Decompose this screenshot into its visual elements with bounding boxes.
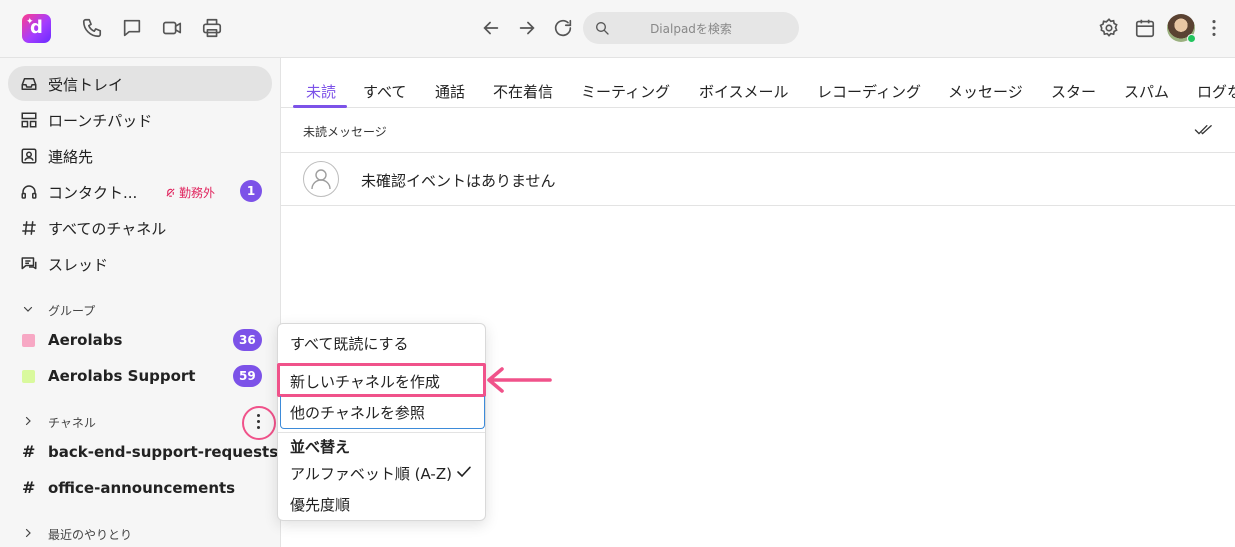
channel-item-office-announcements[interactable]: # office-announcements: [8, 472, 272, 504]
empty-state-text: 未確認イベントはありません: [361, 172, 556, 190]
channels-header: チャネル: [48, 416, 96, 430]
sidebar-item-inbox[interactable]: 受信トレイ: [8, 66, 272, 101]
user-placeholder-icon: [303, 161, 339, 197]
hash-icon: #: [22, 478, 36, 497]
tab-spam[interactable]: スパム: [1124, 81, 1169, 102]
forward-arrow-icon[interactable]: [516, 17, 538, 39]
menu-divider: [278, 432, 485, 433]
more-vertical-icon: [257, 414, 261, 432]
tab-unread[interactable]: 未読: [306, 81, 336, 102]
annotation-arrow-icon: [484, 366, 552, 394]
unread-badge: 36: [233, 329, 262, 351]
phone-icon[interactable]: [81, 17, 103, 39]
sidebar-item-contacts[interactable]: 連絡先: [8, 138, 272, 173]
menu-item-sort-alphabetical[interactable]: アルファベット順 (A-Z): [290, 463, 452, 484]
tab-logs[interactable]: ログな: [1197, 81, 1235, 102]
groups-header: グループ: [48, 304, 96, 318]
contacts-icon: [20, 147, 38, 165]
tab-recordings[interactable]: レコーディング: [817, 81, 921, 102]
printer-icon[interactable]: [201, 17, 223, 39]
gear-icon[interactable]: [1098, 17, 1120, 39]
search-input[interactable]: Dialpadを検索: [583, 12, 799, 44]
tab-meetings[interactable]: ミーティング: [581, 81, 670, 102]
sidebar-item-label: 受信トレイ: [48, 76, 124, 94]
channel-item-back-end-support-requests[interactable]: # back-end-support-requests: [8, 436, 278, 468]
off-duty-label: 勤務外: [179, 186, 216, 200]
sidebar-item-contact-center[interactable]: コンタクト... 勤務外 1: [8, 174, 272, 209]
chevron-right-icon: [22, 527, 34, 539]
sidebar-item-launchpad[interactable]: ローンチパッド: [8, 102, 272, 137]
channel-context-menu: すべて既読にする 新しいチャネルを作成 他のチャネルを参照 並べ替え アルファベ…: [277, 323, 486, 521]
recent-header: 最近のやりとり: [48, 528, 133, 542]
tab-starred[interactable]: スター: [1051, 81, 1096, 102]
video-icon[interactable]: [161, 17, 183, 39]
menu-item-sort-priority[interactable]: 優先度順: [290, 494, 350, 515]
logo-letter: d: [30, 17, 43, 38]
unread-badge: 59: [233, 365, 262, 387]
menu-item-browse-channels[interactable]: 他のチャネルを参照: [290, 402, 425, 423]
sidebar-item-all-channels[interactable]: すべてのチャネル: [8, 210, 272, 245]
empty-state-row: 未確認イベントはありません: [281, 153, 1235, 206]
search-placeholder: Dialpadを検索: [650, 22, 732, 36]
tab-all[interactable]: すべて: [363, 81, 406, 102]
sidebar: 受信トレイ ローンチパッド 連絡先 コンタクト... 勤務外 1 すべてのチャネ…: [0, 58, 281, 547]
launchpad-icon: [20, 111, 38, 129]
sidebar-item-threads[interactable]: スレッド: [8, 246, 272, 281]
subhead-label: 未読メッセージ: [303, 125, 387, 139]
group-color-swatch: [22, 334, 35, 347]
group-item-aerolabs-support[interactable]: Aerolabs Support 59: [8, 360, 272, 392]
sidebar-item-label: 連絡先: [48, 148, 94, 166]
tab-calls[interactable]: 通話: [435, 81, 465, 102]
back-arrow-icon[interactable]: [480, 17, 502, 39]
chevron-down-icon: [22, 303, 34, 315]
tab-messages[interactable]: メッセージ: [948, 81, 1023, 102]
menu-item-mark-all-read[interactable]: すべて既読にする: [290, 333, 409, 354]
menu-item-create-channel[interactable]: 新しいチャネルを作成: [290, 371, 440, 392]
channels-more-button[interactable]: [242, 406, 276, 440]
presence-indicator: [1187, 34, 1196, 43]
refresh-icon[interactable]: [552, 17, 574, 39]
group-item-aerolabs[interactable]: Aerolabs 36: [8, 324, 272, 356]
headset-icon: [20, 183, 38, 201]
hash-icon: [20, 219, 38, 237]
tab-voicemail[interactable]: ボイスメール: [699, 81, 789, 102]
hash-icon: #: [22, 442, 36, 461]
top-bar: ✦ d Dialpadを検索: [0, 0, 1235, 58]
group-label: Aerolabs: [48, 331, 123, 349]
tab-missed-calls[interactable]: 不在着信: [493, 81, 553, 102]
bell-off-icon: [166, 188, 175, 197]
inbox-tabs: 未読 すべて 通話 不在着信 ミーティング ボイスメール レコーディング メッセ…: [281, 58, 1235, 108]
group-color-swatch: [22, 370, 35, 383]
off-duty-status: 勤務外: [165, 184, 215, 201]
chevron-right-icon: [22, 415, 34, 427]
more-vertical-icon[interactable]: [1203, 17, 1225, 39]
calendar-icon[interactable]: [1134, 17, 1156, 39]
channel-label: back-end-support-requests: [48, 443, 279, 461]
group-label: Aerolabs Support: [48, 367, 196, 385]
mark-all-read-icon[interactable]: [1194, 123, 1214, 137]
inbox-icon: [20, 75, 38, 93]
menu-sort-header: 並べ替え: [290, 438, 351, 456]
channel-label: office-announcements: [48, 479, 236, 497]
sidebar-item-label: すべてのチャネル: [48, 220, 167, 238]
dialpad-logo[interactable]: ✦ d: [22, 14, 51, 43]
unread-messages-header: 未読メッセージ: [281, 108, 1235, 153]
sidebar-item-label: ローンチパッド: [48, 112, 153, 130]
sidebar-item-label: コンタクト...: [48, 184, 138, 202]
chat-icon[interactable]: [121, 17, 143, 39]
threads-icon: [20, 255, 38, 273]
sidebar-item-label: スレッド: [48, 256, 109, 274]
checkmark-icon: [456, 465, 472, 479]
unread-badge: 1: [240, 180, 262, 202]
